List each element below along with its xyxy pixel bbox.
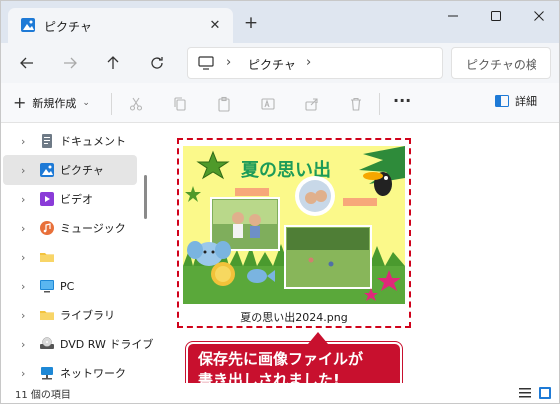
share-icon bbox=[305, 98, 318, 111]
arrow-left-icon bbox=[20, 57, 33, 69]
folder-icon bbox=[40, 253, 54, 262]
details-button[interactable]: 詳細 bbox=[495, 93, 537, 109]
videos-icon bbox=[40, 192, 54, 206]
pc-icon bbox=[198, 56, 214, 70]
chevron-right-icon[interactable]: › bbox=[21, 222, 25, 235]
sidebar-item-documents[interactable]: › ドキュメント bbox=[3, 126, 137, 156]
document-icon bbox=[42, 134, 52, 148]
sidebar-item-music[interactable]: › ミュージック bbox=[3, 213, 137, 243]
sidebar-item-videos[interactable]: › ビデオ bbox=[3, 184, 137, 214]
chevron-right-icon[interactable]: › bbox=[21, 367, 25, 380]
arrow-right-icon bbox=[64, 57, 77, 69]
delete-button[interactable] bbox=[345, 93, 367, 115]
folder-icon bbox=[40, 311, 54, 320]
copy-button[interactable] bbox=[169, 93, 191, 115]
up-button[interactable] bbox=[101, 52, 125, 74]
chevron-right-icon[interactable]: › bbox=[21, 193, 25, 206]
pictures-icon bbox=[40, 163, 54, 177]
file-item-selected-highlight[interactable]: 夏の思い出 夏の思い出2024.png bbox=[177, 138, 411, 328]
address-bar: › ピクチャ › ピクチャの検索 bbox=[1, 43, 559, 83]
search-input[interactable]: ピクチャの検索 bbox=[451, 47, 551, 79]
callout-pointer bbox=[308, 332, 328, 344]
chevron-right-icon[interactable]: › bbox=[21, 338, 25, 351]
new-button[interactable]: + 新規作成 ⌄ bbox=[13, 92, 90, 114]
tab-title: ピクチャ bbox=[44, 20, 92, 34]
file-list: 夏の思い出 夏の思い出2024.png 保存先に画像ファイルが 書き出しされまし… bbox=[153, 123, 559, 396]
new-label: 新規作成 bbox=[32, 97, 77, 110]
navigation-pane: › ドキュメント › ピクチャ › ビデオ › ミュージック › › PC › … bbox=[1, 123, 153, 383]
image-thumbnail: 夏の思い出 bbox=[183, 146, 405, 304]
dvd-drive-icon bbox=[40, 337, 54, 349]
music-icon bbox=[40, 221, 54, 235]
rename-button[interactable] bbox=[257, 93, 279, 115]
search-placeholder: ピクチャの検索 bbox=[466, 58, 536, 72]
maximize-icon bbox=[491, 11, 501, 21]
pc-icon bbox=[40, 280, 54, 293]
sidebar-item-libraries[interactable]: › ライブラリ bbox=[3, 300, 137, 330]
sidebar-item-pictures[interactable]: › ピクチャ bbox=[3, 155, 137, 185]
minimize-button[interactable] bbox=[433, 5, 473, 27]
breadcrumb-pictures[interactable]: ピクチャ bbox=[248, 56, 296, 73]
copy-icon bbox=[174, 97, 186, 111]
cut-icon bbox=[129, 97, 143, 111]
file-name-label[interactable]: 夏の思い出2024.png bbox=[179, 309, 409, 325]
trash-icon bbox=[351, 97, 361, 111]
forward-button[interactable] bbox=[58, 52, 82, 74]
command-bar: + 新規作成 ⌄ ··· 詳細 bbox=[1, 83, 559, 123]
chevron-right-icon[interactable]: › bbox=[21, 280, 25, 293]
close-icon bbox=[534, 11, 544, 21]
chevron-right-icon[interactable]: › bbox=[21, 309, 25, 322]
arrow-up-icon bbox=[107, 56, 119, 69]
summer-memories-collage: 夏の思い出 bbox=[183, 146, 405, 304]
cut-button[interactable] bbox=[125, 93, 147, 115]
breadcrumb-separator: › bbox=[226, 55, 232, 70]
sidebar-item-pc[interactable]: › PC bbox=[3, 271, 137, 301]
more-options-button[interactable]: ··· bbox=[393, 91, 411, 110]
sidebar-item-dvd-drive[interactable]: › DVD RW ドライブ bbox=[3, 329, 153, 359]
close-tab-icon[interactable]: ✕ bbox=[205, 15, 225, 35]
refresh-icon bbox=[151, 57, 163, 69]
sidebar-item-folder[interactable]: › bbox=[3, 242, 137, 272]
chevron-right-icon[interactable]: › bbox=[21, 251, 25, 264]
network-icon bbox=[41, 367, 53, 380]
plus-icon: + bbox=[13, 93, 27, 112]
minimize-icon bbox=[448, 15, 458, 17]
toolbar-divider bbox=[111, 93, 112, 115]
chevron-right-icon[interactable]: › bbox=[21, 164, 25, 177]
paste-icon bbox=[218, 96, 230, 112]
share-button[interactable] bbox=[301, 93, 323, 115]
toolbar-divider bbox=[379, 93, 380, 115]
close-window-button[interactable] bbox=[519, 5, 559, 27]
pictures-icon bbox=[21, 18, 35, 32]
back-button[interactable] bbox=[15, 52, 39, 74]
sidebar-item-label: ミュージック bbox=[60, 222, 126, 235]
tab-pictures[interactable]: ピクチャ ✕ bbox=[8, 8, 233, 43]
callout-text-line1: 保存先に画像ファイルが bbox=[198, 350, 364, 368]
tiles-view-icon[interactable] bbox=[538, 386, 552, 400]
address-field[interactable]: › ピクチャ › bbox=[187, 47, 443, 79]
refresh-button[interactable] bbox=[145, 52, 169, 74]
details-label: 詳細 bbox=[515, 95, 537, 108]
details-view-icon[interactable] bbox=[518, 386, 532, 400]
sidebar-item-label: PC bbox=[60, 279, 75, 293]
status-bar: 11 個の項目 bbox=[1, 383, 559, 403]
sidebar-item-label: ネットワーク bbox=[60, 367, 126, 380]
details-pane-icon bbox=[495, 95, 509, 107]
item-count: 11 個の項目 bbox=[15, 390, 71, 401]
new-tab-button[interactable]: + bbox=[241, 13, 261, 33]
sidebar-scrollbar[interactable] bbox=[144, 175, 147, 219]
chevron-right-icon[interactable]: › bbox=[21, 135, 25, 148]
title-bar: ピクチャ ✕ + bbox=[1, 1, 559, 43]
file-explorer-window: ピクチャ ✕ + › ピクチャ › ピクチャの検 + 新規作成 ⌄ ··· 詳細… bbox=[0, 0, 560, 404]
rename-icon bbox=[261, 98, 275, 110]
sidebar-item-label: ライブラリ bbox=[60, 309, 115, 322]
breadcrumb-separator[interactable]: › bbox=[306, 55, 311, 70]
paste-button[interactable] bbox=[213, 93, 235, 115]
sidebar-item-label: ビデオ bbox=[60, 193, 93, 206]
sidebar-item-label: ドキュメント bbox=[60, 135, 126, 148]
sidebar-item-label: ピクチャ bbox=[60, 164, 104, 177]
sidebar-item-label: DVD RW ドライブ bbox=[60, 338, 154, 351]
maximize-button[interactable] bbox=[476, 5, 516, 27]
chevron-down-icon: ⌄ bbox=[82, 98, 90, 108]
